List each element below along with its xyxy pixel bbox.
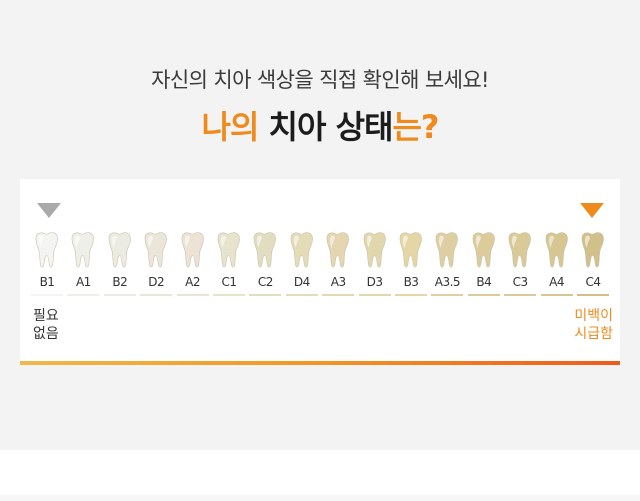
shade-code: C4 xyxy=(585,275,601,289)
shade-underline xyxy=(103,294,136,296)
title-part-2: 치아 상태 xyxy=(268,108,394,146)
tooth-icon xyxy=(326,232,350,268)
shade-item: D4 xyxy=(285,231,318,296)
shade-item: C3 xyxy=(504,231,537,296)
tooth-icon xyxy=(581,232,604,268)
shade-underline xyxy=(31,294,63,296)
shade-item: B1 xyxy=(31,231,63,296)
shade-item: B3 xyxy=(395,231,427,296)
tooth-icon xyxy=(472,232,495,268)
triangle-down-icon-orange xyxy=(580,203,604,218)
tooth-icon xyxy=(35,232,58,268)
shade-underline xyxy=(395,294,427,296)
shade-item: B2 xyxy=(103,231,136,296)
shade-underline xyxy=(322,294,355,296)
shade-code: D3 xyxy=(366,275,383,289)
shade-code: D4 xyxy=(293,275,310,289)
shade-code: A3 xyxy=(330,275,346,289)
shade-underline xyxy=(67,294,100,296)
shade-item: A3 xyxy=(322,231,355,296)
gradient-scale-bar xyxy=(20,361,620,365)
triangle-down-icon-gray xyxy=(37,203,61,218)
label-line: 필요 xyxy=(33,308,59,324)
shade-item: C1 xyxy=(213,231,245,296)
content-area: 자신의 치아 색상을 직접 확인해 보세요! 나의 치아 상태는? B1 A1 B2… xyxy=(0,0,640,450)
tooth-icon xyxy=(108,232,131,268)
tooth-icon xyxy=(436,232,459,268)
shade-code: A3.5 xyxy=(434,275,461,289)
shade-code: B1 xyxy=(39,275,55,289)
shade-underline xyxy=(577,294,609,296)
shade-code: A1 xyxy=(75,275,91,289)
shade-item: A4 xyxy=(540,231,573,296)
tooth-icon xyxy=(363,232,386,268)
tooth-icon xyxy=(508,232,532,268)
shade-item: C4 xyxy=(577,231,609,296)
shade-code: B4 xyxy=(476,275,492,289)
shade-code: C2 xyxy=(257,275,274,289)
title-part-3: 는? xyxy=(392,108,439,146)
label-line: 시급함 xyxy=(574,326,613,342)
tooth-icon xyxy=(181,232,204,268)
shade-underline xyxy=(504,294,537,296)
tooth-icon xyxy=(399,232,422,268)
tooth-shade-scale: B1 A1 B2 D2 A2 C1 C2 D4 A3 D3 B3 A3.5 B4 C3 A4 C4 xyxy=(20,231,620,301)
shade-underline xyxy=(140,294,173,296)
label-whitening-not-needed: 필요 없음 xyxy=(33,307,59,343)
shade-code: B3 xyxy=(403,275,419,289)
tooth-icon xyxy=(217,232,240,268)
shade-item: A1 xyxy=(67,231,100,296)
shade-underline xyxy=(285,294,318,296)
shade-item: D2 xyxy=(140,231,173,296)
shade-underline xyxy=(467,294,500,296)
tooth-icon xyxy=(290,232,313,268)
tooth-icon xyxy=(72,232,95,268)
shade-code: A4 xyxy=(549,275,565,289)
shade-item: B4 xyxy=(467,231,500,296)
page-title: 나의 치아 상태는? xyxy=(0,102,640,148)
shade-code: C1 xyxy=(221,275,237,289)
shade-item: A3.5 xyxy=(431,231,464,296)
label-line: 미백이 xyxy=(574,308,613,324)
shade-item: A2 xyxy=(176,231,209,296)
tooth-icon xyxy=(545,232,568,268)
shade-item: C2 xyxy=(249,231,282,296)
label-whitening-urgent: 미백이 시급함 xyxy=(574,307,613,343)
subtitle: 자신의 치아 색상을 직접 확인해 보세요! xyxy=(151,68,489,92)
shade-underline xyxy=(540,294,573,296)
tooth-icon xyxy=(254,232,277,268)
bottom-strip xyxy=(0,450,640,501)
tooth-icon xyxy=(144,232,168,268)
shade-code: A2 xyxy=(185,275,201,289)
shade-underline xyxy=(249,294,282,296)
shade-underline xyxy=(431,294,464,296)
shade-underline xyxy=(358,294,391,296)
label-line: 없음 xyxy=(33,326,59,342)
shade-code: C3 xyxy=(512,275,529,289)
shade-underline xyxy=(176,294,209,296)
shade-item: D3 xyxy=(358,231,391,296)
shade-guide-panel: B1 A1 B2 D2 A2 C1 C2 D4 A3 D3 B3 A3.5 B4 C3 A4 C4 필요 없음… xyxy=(20,179,620,365)
shade-underline xyxy=(213,294,245,296)
shade-code: D2 xyxy=(148,275,165,289)
shade-code: B2 xyxy=(112,275,128,289)
bottom-shade xyxy=(0,495,640,501)
title-part-1: 나의 xyxy=(201,108,260,146)
